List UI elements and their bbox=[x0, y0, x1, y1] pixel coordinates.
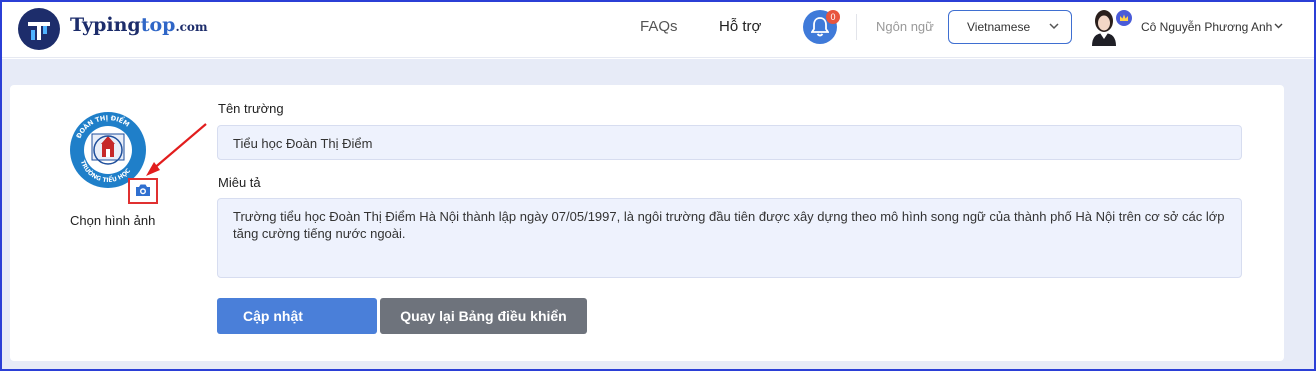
language-value: Vietnamese bbox=[967, 20, 1031, 34]
notification-badge: 0 bbox=[826, 10, 840, 24]
description-label: Miêu tả bbox=[218, 175, 261, 190]
school-name-input[interactable]: Tiểu học Đoàn Thị Điểm bbox=[217, 125, 1242, 160]
logo-icon[interactable] bbox=[18, 8, 60, 50]
description-textarea[interactable]: Trường tiểu học Đoàn Thị Điểm Hà Nội thà… bbox=[217, 198, 1242, 278]
user-name[interactable]: Cô Nguyễn Phương Anh bbox=[1141, 20, 1272, 34]
top-header: Typingtop.com FAQs Hỗ trợ 0 Ngôn ngữ Vie… bbox=[0, 0, 1316, 58]
header-divider bbox=[856, 14, 857, 40]
language-label: Ngôn ngữ bbox=[876, 19, 934, 34]
brand-name[interactable]: Typingtop.com bbox=[70, 14, 208, 36]
nav-support[interactable]: Hỗ trợ bbox=[719, 18, 761, 35]
avatar[interactable] bbox=[1090, 8, 1118, 46]
change-image-button[interactable] bbox=[128, 178, 158, 204]
crown-icon bbox=[1116, 10, 1132, 26]
back-to-dashboard-button[interactable]: Quay lại Bảng điều khiển bbox=[380, 298, 587, 334]
chevron-down-icon bbox=[1049, 23, 1059, 30]
update-button[interactable]: Cập nhật bbox=[217, 298, 377, 334]
chevron-down-icon[interactable] bbox=[1274, 23, 1283, 29]
language-select[interactable]: Vietnamese bbox=[948, 10, 1072, 44]
choose-image-label[interactable]: Chọn hình ảnh bbox=[70, 213, 155, 228]
school-name-label: Tên trường bbox=[218, 101, 284, 116]
nav-faqs[interactable]: FAQs bbox=[640, 18, 678, 35]
arrow-icon bbox=[146, 123, 207, 176]
camera-icon bbox=[136, 184, 150, 196]
